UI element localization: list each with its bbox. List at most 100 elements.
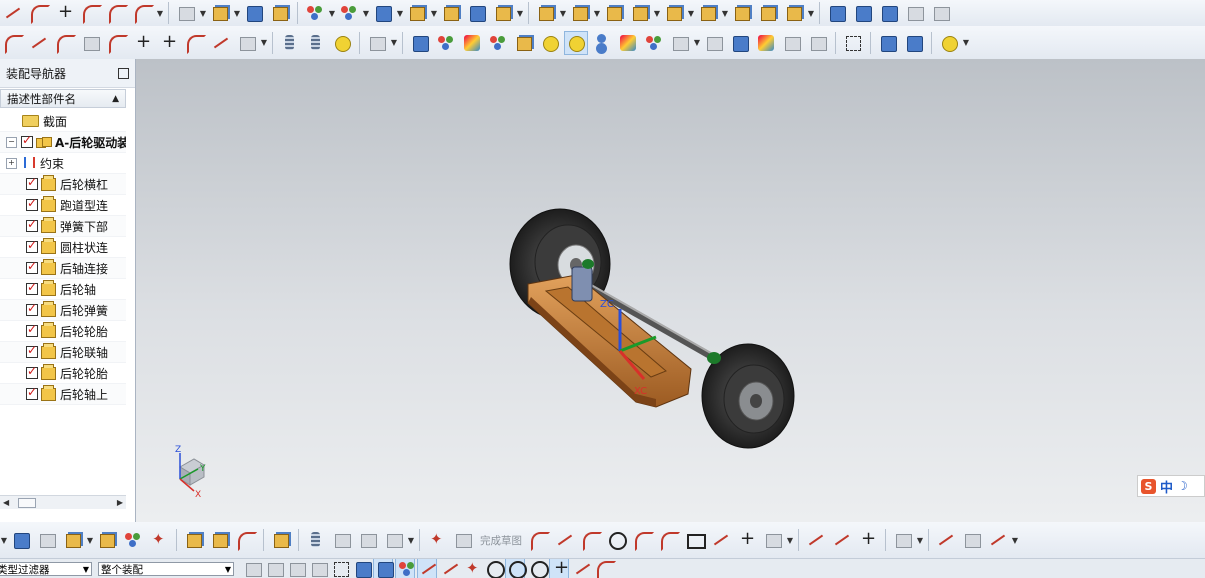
- snap-control-point-icon[interactable]: [440, 559, 458, 578]
- deselect-icon[interactable]: [308, 559, 328, 578]
- spotlight-icon[interactable]: [564, 30, 588, 55]
- chevron-down-icon[interactable]: ▼: [653, 9, 661, 18]
- sort-up-icon[interactable]: ▲: [112, 94, 119, 104]
- tree-row[interactable]: + 约束: [0, 153, 126, 174]
- helix-icon[interactable]: [106, 2, 128, 24]
- visibility-checkbox[interactable]: [21, 133, 33, 148]
- exploded-view-icon[interactable]: [270, 529, 292, 551]
- shell-icon[interactable]: [406, 2, 428, 24]
- tree-row[interactable]: 后轴连接: [0, 258, 126, 279]
- scene-icon[interactable]: [643, 32, 665, 54]
- ime-mode[interactable]: 中: [1160, 477, 1173, 496]
- mirror-body-icon[interactable]: [783, 2, 805, 24]
- assembly-constraint-icon[interactable]: [148, 529, 170, 551]
- visibility-checkbox[interactable]: [26, 301, 38, 316]
- chevron-down-icon[interactable]: ▼: [407, 536, 415, 545]
- trim-body-icon[interactable]: [731, 2, 753, 24]
- render-icon[interactable]: [409, 32, 431, 54]
- tree-row[interactable]: 后轮弹簧: [0, 300, 126, 321]
- bearing-icon[interactable]: [331, 32, 353, 54]
- tree-row[interactable]: 后轮轮胎: [0, 321, 126, 342]
- sequence-icon[interactable]: [331, 529, 353, 551]
- revolve-icon[interactable]: [269, 2, 291, 24]
- dimension-icon[interactable]: [935, 529, 957, 551]
- draft-icon[interactable]: [492, 2, 514, 24]
- offset-curve-icon[interactable]: [80, 2, 102, 24]
- ime-indicator[interactable]: S 中 ☽: [1137, 475, 1205, 497]
- reference-set-icon[interactable]: [383, 529, 405, 551]
- visibility-checkbox[interactable]: [26, 343, 38, 358]
- extension-spring-icon[interactable]: [305, 32, 327, 54]
- visibility-checkbox[interactable]: [26, 385, 38, 400]
- polygon-icon[interactable]: [762, 529, 784, 551]
- finish-sketch-label[interactable]: 完成草图: [480, 533, 522, 548]
- studio-icon[interactable]: [729, 32, 751, 54]
- sketch-icon[interactable]: [426, 529, 448, 551]
- shaded-icon[interactable]: [877, 32, 899, 54]
- clearance-icon[interactable]: [305, 529, 327, 551]
- color-palette-icon[interactable]: [487, 32, 509, 54]
- component-icon[interactable]: [36, 529, 58, 551]
- graphics-window[interactable]: ZC XC Z Y X S 中 ☽: [136, 59, 1205, 522]
- scrollbar-thumb[interactable]: [18, 498, 36, 508]
- tree-row[interactable]: 跑道型连: [0, 195, 126, 216]
- background-icon[interactable]: [617, 32, 639, 54]
- arrangement-icon[interactable]: [357, 529, 379, 551]
- blend-icon[interactable]: [466, 2, 488, 24]
- column-header[interactable]: 描述性部件名 ▲: [0, 89, 126, 108]
- chevron-down-icon[interactable]: ▼: [916, 536, 924, 545]
- chevron-down-icon[interactable]: ▼: [721, 9, 729, 18]
- wave-link-icon[interactable]: [235, 529, 257, 551]
- tree-row[interactable]: 后轮轮胎: [0, 363, 126, 384]
- sketch-plane-icon[interactable]: [175, 2, 197, 24]
- mirror-assembly-icon[interactable]: [122, 529, 144, 551]
- chevron-down-icon[interactable]: ▼: [156, 9, 164, 18]
- type-filter-select[interactable]: 类型过滤器 ▼: [0, 561, 92, 576]
- scroll-right-icon[interactable]: ▶: [117, 496, 123, 509]
- chevron-down-icon[interactable]: ▼: [430, 9, 438, 18]
- quick-extend-icon[interactable]: [831, 529, 853, 551]
- pattern-icon[interactable]: [304, 2, 326, 24]
- rapid-dimension-icon[interactable]: [961, 529, 983, 551]
- fillet-icon[interactable]: [632, 529, 654, 551]
- chevron-down-icon[interactable]: ▼: [86, 536, 94, 545]
- unite-icon[interactable]: [372, 2, 394, 24]
- chevron-down-icon[interactable]: ▼: [260, 38, 268, 47]
- pull-face-icon[interactable]: [697, 2, 719, 24]
- finish-sketch-icon[interactable]: [452, 529, 474, 551]
- view-orient-icon[interactable]: [903, 32, 925, 54]
- move-component-icon[interactable]: [183, 529, 205, 551]
- studio-spline-icon[interactable]: [710, 529, 732, 551]
- spline-icon[interactable]: [2, 2, 24, 24]
- section-view-icon[interactable]: [938, 32, 960, 54]
- chevron-down-icon[interactable]: ▼: [593, 9, 601, 18]
- delete-face-icon[interactable]: [603, 2, 625, 24]
- swept-icon[interactable]: [878, 2, 900, 24]
- arc-icon[interactable]: [2, 32, 24, 54]
- new-component-icon[interactable]: [96, 529, 118, 551]
- extract-curve-icon[interactable]: [210, 32, 232, 54]
- horizontal-scrollbar[interactable]: ◀ ▶: [0, 495, 126, 509]
- tree-row[interactable]: 截面: [0, 111, 126, 132]
- chamfer-sketch-icon[interactable]: [658, 529, 680, 551]
- chevron-down-icon[interactable]: ▼: [0, 536, 8, 545]
- point-icon[interactable]: [736, 528, 758, 551]
- chevron-down-icon[interactable]: ▼: [83, 563, 89, 575]
- offset-face-icon[interactable]: [569, 2, 591, 24]
- snap-center-icon[interactable]: [484, 559, 505, 578]
- visibility-checkbox[interactable]: [26, 196, 38, 211]
- visibility-checkbox[interactable]: [26, 259, 38, 274]
- gear-tool-icon[interactable]: [366, 32, 388, 54]
- offset-curve-icon[interactable]: [184, 32, 206, 54]
- arc-icon[interactable]: [580, 529, 602, 551]
- chevron-down-icon[interactable]: ▼: [328, 9, 336, 18]
- wrap-curve-icon[interactable]: [236, 32, 258, 54]
- collapse-icon[interactable]: −: [6, 136, 17, 148]
- spring-icon[interactable]: [279, 32, 301, 54]
- snap-arc-center-icon[interactable]: [528, 559, 549, 578]
- make-corner-icon[interactable]: [857, 528, 879, 551]
- rear-tire-right[interactable]: [701, 343, 795, 449]
- chevron-down-icon[interactable]: ▼: [362, 9, 370, 18]
- n-sided-surface-icon[interactable]: [904, 2, 926, 24]
- hidden-edge-icon[interactable]: [807, 32, 829, 54]
